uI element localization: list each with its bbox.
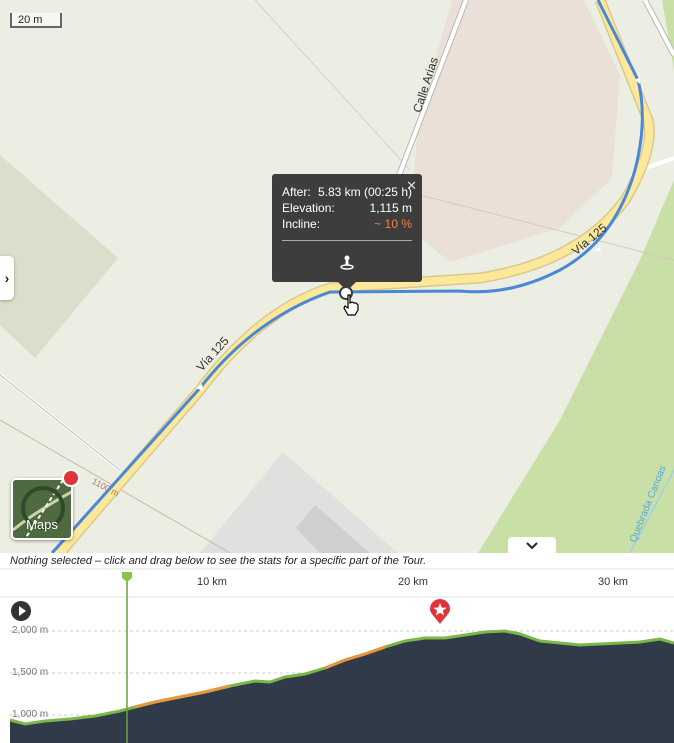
incline-row: Incline: ~ 10 % — [282, 217, 412, 233]
elevation-tick-1500: 1,500 m — [12, 667, 49, 678]
after-row: After: 5.83 km (00:25 h) — [282, 185, 412, 201]
km-tick-20: 20 km — [398, 576, 428, 588]
after-value: 5.83 km (00:25 h) — [317, 185, 412, 199]
elevation-label: Elevation: — [282, 201, 335, 215]
hand-cursor-icon — [343, 294, 359, 316]
waypoint-popup: ✕ After: 5.83 km (00:25 h) Elevation: 1,… — [272, 174, 422, 291]
person-pin-icon[interactable] — [339, 254, 355, 270]
popup-divider — [282, 240, 412, 241]
maps-label: Maps — [26, 517, 58, 532]
chevron-down-icon[interactable] — [508, 537, 556, 553]
elevation-tick-2000: 2,000 m — [12, 625, 49, 636]
incline-label: Incline: — [282, 217, 321, 231]
elevation-value: 1,115 m — [369, 201, 412, 215]
elevation-row: Elevation: 1,115 m — [282, 201, 412, 217]
chevron-right-icon[interactable]: › — [0, 256, 14, 300]
play-icon[interactable] — [11, 601, 31, 621]
incline-value: ~ 10 % — [374, 217, 412, 231]
map-scale: 20 m — [10, 13, 62, 28]
elevation-area — [10, 631, 674, 743]
building-area — [200, 452, 398, 553]
quarry-area — [410, 0, 620, 262]
notification-dot — [62, 469, 80, 487]
km-tick-10: 10 km — [197, 576, 227, 588]
position-handle-icon[interactable] — [122, 572, 132, 582]
highlight-star-icon[interactable] — [430, 599, 450, 625]
park-area — [0, 155, 118, 358]
elevation-profile-panel[interactable]: Nothing selected – click and drag below … — [0, 553, 674, 743]
map-view[interactable]: 20 m Calle Arias Vía 125 Vía 125 1100 m … — [0, 0, 674, 553]
km-tick-30: 30 km — [598, 576, 628, 588]
path-line — [254, 0, 411, 171]
elevation-chart[interactable] — [0, 553, 674, 743]
after-label: After: — [282, 185, 311, 199]
elevation-tick-1000: 1,000 m — [12, 709, 49, 720]
maps-layer-button[interactable]: Maps — [11, 478, 73, 540]
